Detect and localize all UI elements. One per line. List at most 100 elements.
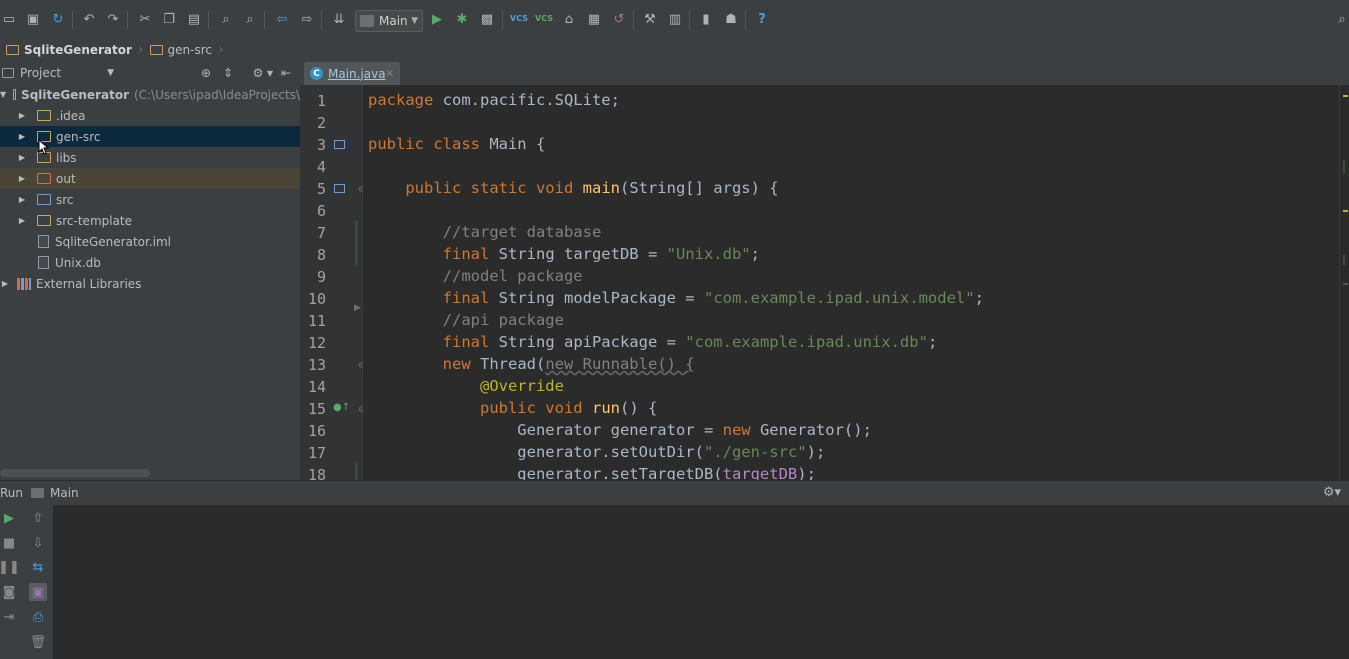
collapsed-arrow-icon[interactable]: ▶ <box>17 132 27 141</box>
locate-icon[interactable]: ⊕ <box>198 64 214 82</box>
copy-icon[interactable]: ❐ <box>160 10 178 28</box>
collapsed-arrow-icon[interactable]: ▶ <box>17 111 27 120</box>
horizontal-scrollbar[interactable] <box>0 469 150 477</box>
print-icon[interactable]: ⎙ <box>29 608 47 626</box>
tree-item-iml[interactable]: SqliteGenerator.iml <box>0 231 300 252</box>
forward-icon[interactable]: ⇨ <box>298 10 316 28</box>
code-line: //target database <box>442 223 602 241</box>
make-icon[interactable]: ⇊ <box>330 10 348 28</box>
code-line: package com.pacific.SQLite; <box>368 91 620 109</box>
save-icon[interactable]: ▣ <box>24 10 42 28</box>
collapse-all-icon[interactable]: ⇕ <box>220 64 236 82</box>
trash-icon[interactable]: 🗑 <box>29 633 47 651</box>
vcs-change-marker[interactable] <box>355 463 358 480</box>
soft-wrap-icon[interactable]: ⇆ <box>29 558 47 576</box>
run-icon[interactable]: ▶ <box>428 10 446 28</box>
folded-icon[interactable]: ▶ <box>354 303 361 313</box>
tree-item-label: libs <box>56 150 77 165</box>
stop-icon[interactable]: ■ <box>0 534 18 552</box>
toolbar-divider <box>689 10 690 30</box>
console-output[interactable] <box>54 505 1349 659</box>
down-icon[interactable]: ⇩ <box>29 534 47 552</box>
collapsed-arrow-icon[interactable]: ▶ <box>0 279 10 288</box>
collapsed-arrow-icon[interactable]: ▶ <box>17 216 27 225</box>
pause-icon[interactable]: ❚❚ <box>0 558 20 576</box>
replace-icon[interactable]: ⌕ <box>241 10 259 28</box>
settings-icon[interactable]: ⚒ <box>641 10 659 28</box>
up-icon[interactable]: ⇧ <box>29 509 47 527</box>
code-line: new Thread(new Runnable() { <box>442 355 695 373</box>
structure-icon[interactable]: ▥ <box>666 10 684 28</box>
change-marker[interactable] <box>1343 255 1345 265</box>
code-line: public class Main { <box>368 135 546 153</box>
cut-icon[interactable]: ✂ <box>136 10 154 28</box>
vcs-compare-icon[interactable]: ⌂ <box>560 10 578 28</box>
exit-icon[interactable]: ⇥ <box>0 608 18 626</box>
run-tab-main[interactable]: Main <box>31 486 79 500</box>
android-icon[interactable]: ☗ <box>722 10 740 28</box>
warning-marker[interactable] <box>1343 210 1348 212</box>
close-icon[interactable]: × <box>386 68 394 79</box>
override-icon[interactable]: ●↑ <box>333 402 350 413</box>
tree-item-src[interactable]: ▶ src <box>0 189 300 210</box>
vcs-update-label: VCS <box>510 13 528 23</box>
chevron-down-icon[interactable]: ▼ <box>262 64 278 82</box>
sync-icon[interactable]: ↻ <box>49 10 67 28</box>
gear-icon[interactable]: ⚙▾ <box>1323 485 1341 500</box>
root-module-path: (C:\Users\ipad\IdeaProjects\ <box>133 87 300 102</box>
code-line: generator.setOutDir("./gen-src"); <box>368 443 826 461</box>
collapsed-arrow-icon[interactable]: ▶ <box>17 195 27 204</box>
code-line: Generator generator = new Generator(); <box>368 421 872 439</box>
hide-panel-icon[interactable]: ⇤ <box>278 64 294 82</box>
paste-icon[interactable]: ▤ <box>185 10 203 28</box>
code-editor[interactable]: package com.pacific.SQLite; public class… <box>363 85 1339 480</box>
undo-icon[interactable]: ↶ <box>80 10 98 28</box>
scroll-to-end-icon[interactable]: ▣ <box>29 583 47 601</box>
code-line: //model package <box>442 267 583 285</box>
open-icon[interactable]: ▭ <box>0 10 18 28</box>
search-icon[interactable]: ⌕ <box>1333 10 1349 28</box>
tab-main-java[interactable]: C Main.java × <box>304 62 400 85</box>
back-icon[interactable]: ⇦ <box>273 10 291 28</box>
tree-item-external-libraries[interactable]: ▶ External Libraries <box>0 273 300 294</box>
vcs-change-marker[interactable] <box>355 221 358 265</box>
sdk-icon[interactable]: ▮ <box>697 10 715 28</box>
error-stripe[interactable] <box>1339 85 1349 480</box>
coverage-icon[interactable]: ▩ <box>478 10 496 28</box>
editor-gutter[interactable]: 1 2 3 4 5 6 7 8 9 10 11 12 13 14 15 16 1… <box>300 85 366 484</box>
breadcrumb-item-gen-src[interactable]: gen-src <box>144 38 218 62</box>
find-icon[interactable]: ⌕ <box>217 10 235 28</box>
project-view-select[interactable]: Project ▼ <box>2 64 114 82</box>
info-marker[interactable] <box>1343 283 1348 285</box>
line-number: 12 <box>307 334 326 352</box>
vcs-history-icon[interactable]: ▦ <box>585 10 603 28</box>
run-class-icon[interactable] <box>334 140 345 149</box>
vcs-update-icon[interactable]: VCS <box>510 9 528 27</box>
run-configuration-select[interactable]: Main ▼ <box>355 10 423 32</box>
folder-icon <box>37 215 51 226</box>
vcs-commit-icon[interactable]: VCS <box>535 9 553 27</box>
dump-threads-icon[interactable]: ◙ <box>0 583 18 601</box>
tree-item-root[interactable]: ▼ SqliteGenerator (C:\Users\ipad\IdeaPro… <box>0 84 300 105</box>
run-method-icon[interactable] <box>334 184 345 193</box>
tree-item-idea[interactable]: ▶ .idea <box>0 105 300 126</box>
help-icon[interactable]: ? <box>753 10 771 28</box>
line-number: 3 <box>316 136 326 154</box>
line-number: 1 <box>316 92 326 110</box>
redo-icon[interactable]: ↷ <box>104 10 122 28</box>
change-marker[interactable] <box>1343 160 1345 174</box>
run-panel-title: Run <box>0 486 24 500</box>
tree-item-unix-db[interactable]: Unix.db <box>0 252 300 273</box>
breadcrumb-item-project[interactable]: SqliteGenerator <box>0 38 138 62</box>
collapsed-arrow-icon[interactable]: ▶ <box>17 174 27 183</box>
warning-marker[interactable] <box>1343 95 1348 97</box>
mouse-cursor-icon <box>38 138 50 155</box>
line-number: 16 <box>307 422 326 440</box>
tree-item-src-template[interactable]: ▶ src-template <box>0 210 300 231</box>
rerun-icon[interactable]: ▶ <box>0 509 18 527</box>
expanded-arrow-icon[interactable]: ▼ <box>0 90 6 99</box>
collapsed-arrow-icon[interactable]: ▶ <box>17 153 27 162</box>
vcs-revert-icon[interactable]: ↺ <box>610 10 628 28</box>
debug-icon[interactable]: ✱ <box>453 10 471 28</box>
tree-item-out[interactable]: ▶ out <box>0 168 300 189</box>
